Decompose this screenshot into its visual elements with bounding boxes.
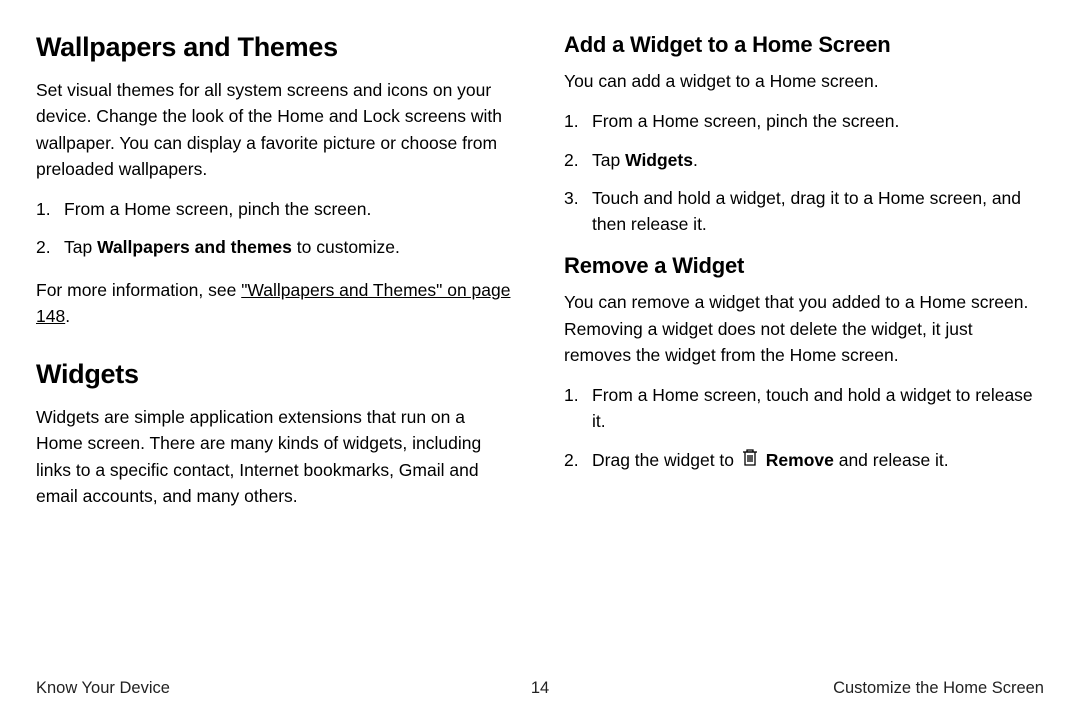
- bold-text: Wallpapers and themes: [97, 237, 292, 257]
- trash-icon: [741, 447, 759, 474]
- bold-text: Remove: [766, 450, 834, 470]
- steps-remove-widget: From a Home screen, touch and hold a wid…: [564, 382, 1044, 475]
- steps-add-widget: From a Home screen, pinch the screen. Ta…: [564, 108, 1044, 237]
- left-column: Wallpapers and Themes Set visual themes …: [36, 32, 516, 656]
- heading-wallpapers-themes: Wallpapers and Themes: [36, 32, 516, 63]
- step-item: From a Home screen, pinch the screen.: [36, 196, 516, 222]
- step-item: From a Home screen, pinch the screen.: [564, 108, 1044, 134]
- heading-add-widget: Add a Widget to a Home Screen: [564, 32, 1044, 58]
- paragraph-more-info: For more information, see "Wallpapers an…: [36, 277, 516, 330]
- step-item: From a Home screen, touch and hold a wid…: [564, 382, 1044, 435]
- step-item: Tap Widgets.: [564, 147, 1044, 173]
- heading-widgets: Widgets: [36, 359, 516, 390]
- heading-remove-widget: Remove a Widget: [564, 253, 1044, 279]
- step-item: Drag the widget to Remove and release it…: [564, 447, 1044, 475]
- step-item: Touch and hold a widget, drag it to a Ho…: [564, 185, 1044, 238]
- footer-right: Customize the Home Screen: [833, 679, 1044, 698]
- steps-wallpapers: From a Home screen, pinch the screen. Ta…: [36, 196, 516, 261]
- paragraph-widgets-intro: Widgets are simple application extension…: [36, 404, 516, 509]
- paragraph-add-widget-intro: You can add a widget to a Home screen.: [564, 68, 1044, 94]
- bold-text: Widgets: [625, 150, 693, 170]
- paragraph-wallpapers-intro: Set visual themes for all system screens…: [36, 77, 516, 182]
- page-number: 14: [531, 679, 549, 698]
- right-column: Add a Widget to a Home Screen You can ad…: [564, 32, 1044, 656]
- footer-left: Know Your Device: [36, 679, 170, 698]
- page-content: Wallpapers and Themes Set visual themes …: [36, 32, 1044, 656]
- page-footer: Know Your Device 14 Customize the Home S…: [36, 679, 1044, 698]
- paragraph-remove-widget-intro: You can remove a widget that you added t…: [564, 289, 1044, 368]
- step-item: Tap Wallpapers and themes to customize.: [36, 234, 516, 260]
